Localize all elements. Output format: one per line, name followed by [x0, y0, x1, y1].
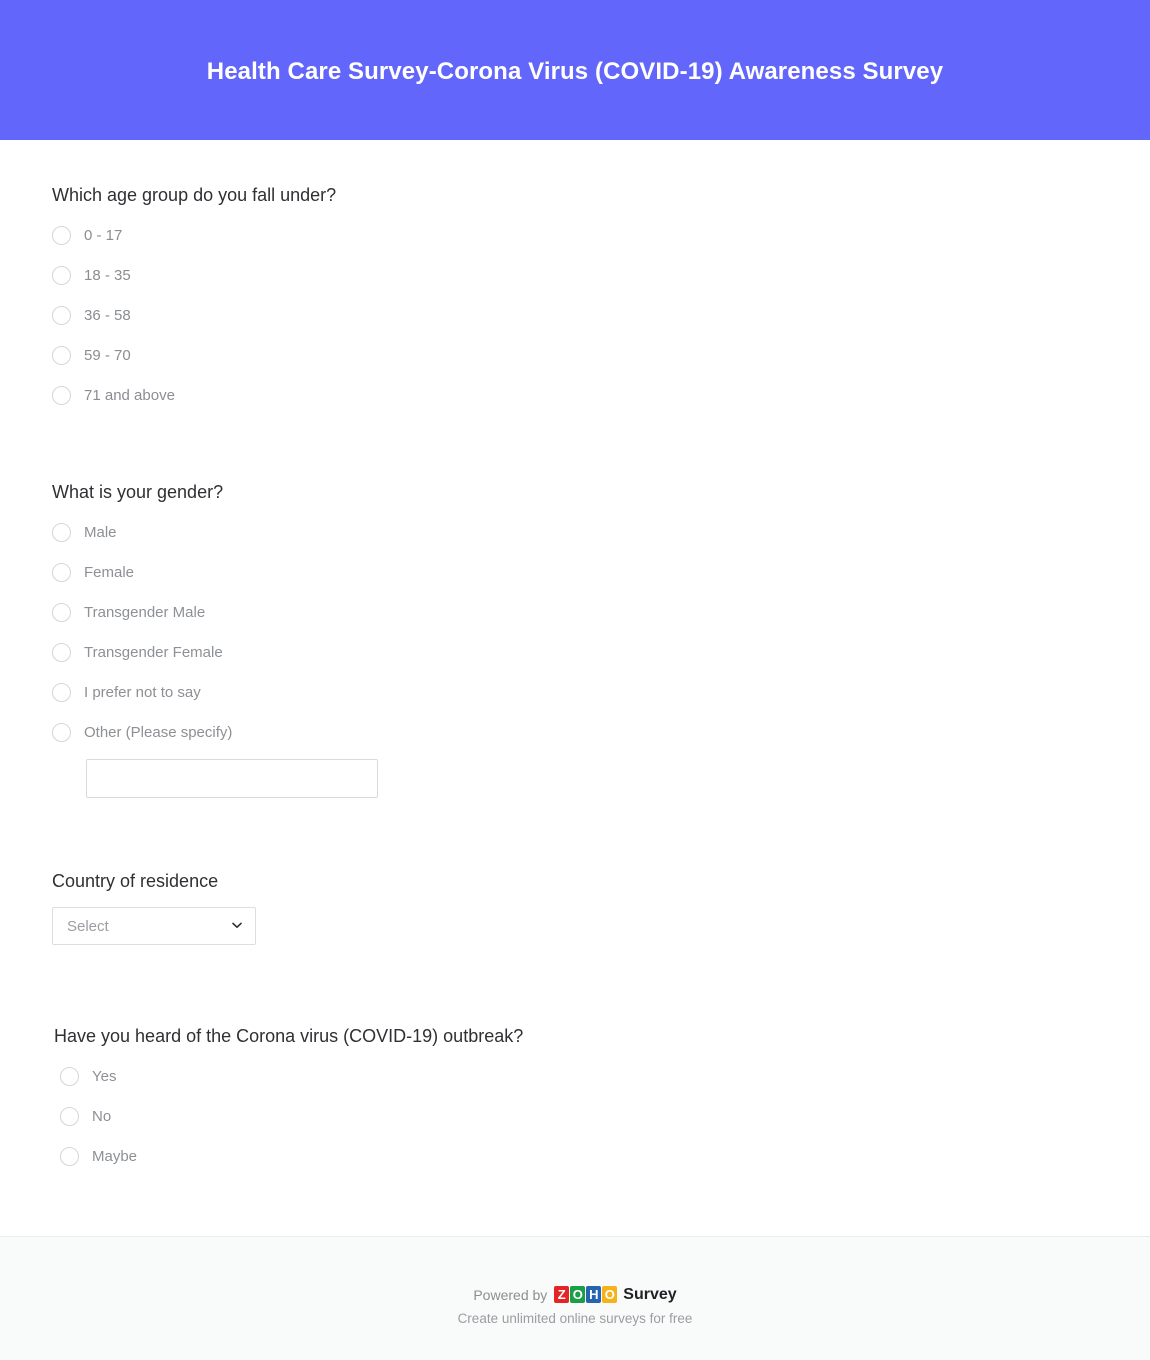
zoho-logo-letter-o2: O [602, 1286, 618, 1303]
option-label: 0 - 17 [84, 226, 123, 244]
radio-icon[interactable] [52, 265, 71, 285]
radio-option-transgender-female[interactable]: Transgender Female [52, 639, 1098, 667]
zoho-logo-icon: Z O H O [554, 1286, 618, 1303]
survey-header: Health Care Survey-Corona Virus (COVID-1… [0, 0, 1150, 140]
survey-footer: Powered by Z O H O Survey Create unlimit… [0, 1236, 1150, 1360]
chevron-down-icon[interactable] [231, 919, 243, 931]
question-title: Have you heard of the Corona virus (COVI… [54, 1026, 524, 1047]
question-title: What is your gender? [52, 482, 224, 503]
option-label: 18 - 35 [84, 266, 131, 284]
radio-option-female[interactable]: Female [52, 559, 1098, 587]
radio-icon[interactable] [60, 1067, 79, 1087]
radio-icon[interactable] [52, 723, 71, 743]
question-age-group: Which age group do you fall under? 0 - 1… [52, 184, 1098, 409]
radio-icon[interactable] [52, 563, 71, 583]
option-label: Maybe [92, 1148, 138, 1166]
radio-icon[interactable] [52, 385, 71, 405]
radio-option-other[interactable]: Other (Please specify) [52, 719, 1098, 747]
other-specify-wrapper [86, 758, 1098, 798]
option-label: 59 - 70 [84, 346, 131, 364]
country-select[interactable]: Select [52, 907, 256, 946]
country-select-value: Select [67, 917, 109, 935]
radio-option-36-58[interactable]: 36 - 58 [52, 301, 1098, 329]
zoho-logo-letter-h: H [586, 1286, 602, 1303]
radio-option-18-35[interactable]: 18 - 35 [52, 261, 1098, 289]
question-title: Which age group do you fall under? [52, 185, 337, 205]
zoho-survey-product-name: Survey [623, 1285, 677, 1303]
option-label: Transgender Male [84, 604, 206, 622]
radio-icon[interactable] [60, 1147, 79, 1167]
radio-option-male[interactable]: Male [52, 519, 1098, 547]
radio-option-no[interactable]: No [54, 1103, 1098, 1131]
radio-option-0-17[interactable]: 0 - 17 [52, 221, 1098, 249]
option-label: 36 - 58 [84, 306, 131, 324]
other-specify-input[interactable] [86, 758, 378, 798]
footer-tagline: Create unlimited online surveys for free [457, 1310, 693, 1326]
question-heard-of-covid: Have you heard of the Corona virus (COVI… [52, 1025, 1098, 1170]
radio-option-71-and-above[interactable]: 71 and above [52, 381, 1098, 409]
radio-icon[interactable] [60, 1107, 79, 1127]
powered-by-row: Powered by Z O H O Survey [473, 1285, 677, 1304]
radio-icon[interactable] [52, 643, 71, 663]
radio-icon[interactable] [52, 225, 71, 245]
powered-by-label: Powered by [473, 1286, 548, 1303]
option-label: Yes [92, 1068, 117, 1086]
radio-icon[interactable] [52, 603, 71, 623]
option-label: 71 and above [84, 386, 175, 404]
radio-icon[interactable] [52, 523, 71, 543]
zoho-logo-letter-z: Z [554, 1286, 570, 1303]
option-label: No [92, 1108, 112, 1126]
radio-icon[interactable] [52, 345, 71, 365]
option-label: Other (Please specify) [84, 724, 233, 742]
survey-body: Which age group do you fall under? 0 - 1… [0, 184, 1150, 1280]
page-title: Health Care Survey-Corona Virus (COVID-1… [206, 58, 944, 85]
radio-option-yes[interactable]: Yes [54, 1063, 1098, 1091]
country-select-wrapper: Select [52, 907, 256, 946]
question-title: Country of residence [52, 870, 219, 891]
radio-icon[interactable] [52, 683, 71, 703]
zoho-logo-letter-o1: O [570, 1286, 586, 1303]
radio-option-59-70[interactable]: 59 - 70 [52, 341, 1098, 369]
option-label: Transgender Female [84, 644, 223, 662]
question-country-of-residence: Country of residence Select [52, 870, 1098, 946]
radio-option-prefer-not-to-say[interactable]: I prefer not to say [52, 679, 1098, 707]
option-label: Male [84, 524, 117, 542]
option-label: I prefer not to say [84, 684, 201, 702]
radio-icon[interactable] [52, 305, 71, 325]
option-label: Female [84, 564, 135, 582]
question-gender: What is your gender? Male Female Transge… [52, 481, 1098, 798]
radio-option-maybe[interactable]: Maybe [54, 1143, 1098, 1171]
radio-option-transgender-male[interactable]: Transgender Male [52, 599, 1098, 627]
